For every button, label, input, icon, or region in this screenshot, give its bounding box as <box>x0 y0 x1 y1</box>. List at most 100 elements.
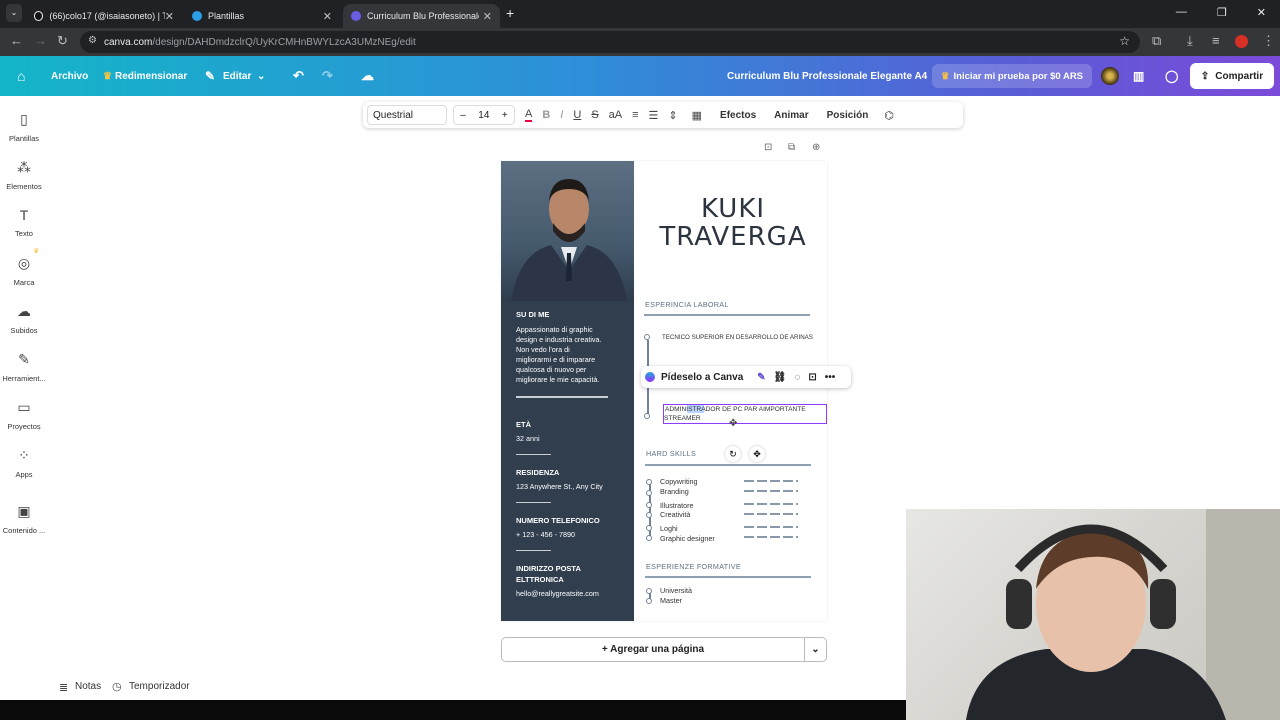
sidebar-item-proyectos[interactable]: ▭ Proyectos <box>0 399 48 431</box>
profile-icon[interactable] <box>1235 35 1248 48</box>
about-line[interactable]: Non vedo l'ora di <box>516 345 570 355</box>
notes-icon[interactable]: ≣ <box>59 681 68 694</box>
align-icon[interactable]: ≡ <box>632 109 638 121</box>
add-page-button[interactable]: + Agregar una página <box>502 644 804 655</box>
redimensionar-button[interactable]: Redimensionar <box>115 56 187 96</box>
close-window-icon[interactable]: ✕ <box>1257 6 1266 19</box>
paint-format-icon[interactable]: ⌬ <box>884 109 894 122</box>
experience-heading[interactable]: ESPERINCIA LABORAL <box>645 300 729 309</box>
hard-skills-heading[interactable]: HARD SKILLS <box>646 449 696 458</box>
move-handle-icon[interactable]: ✥ <box>749 446 765 462</box>
ask-canva-button[interactable]: Pídeselo a Canva <box>661 372 743 383</box>
forward-icon[interactable]: → <box>34 33 47 48</box>
duplicate-page-icon[interactable]: ⧉ <box>788 142 795 153</box>
tab-tiktok[interactable]: (66)colo17 (@isaiasoneto) | Tik ✕ <box>26 4 182 28</box>
add-page-icon[interactable]: ⊕ <box>812 142 820 153</box>
email-value[interactable]: hello@reallygreatsite.com <box>516 589 599 599</box>
rotate-icon[interactable]: ↻ <box>725 446 741 462</box>
sidebar-item-plantillas[interactable]: ▯ Plantillas <box>0 111 48 143</box>
transparency-icon[interactable]: ▦ <box>692 109 702 122</box>
sidebar-item-apps[interactable]: ⁘ Apps <box>0 447 48 479</box>
close-icon[interactable]: ✕ <box>323 10 332 23</box>
text-color-icon[interactable]: A <box>525 108 533 122</box>
timer-button[interactable]: Temporizador <box>129 681 190 692</box>
browser-menu-icon[interactable]: ⋮ <box>1262 33 1275 49</box>
about-heading[interactable]: SU DI ME <box>516 310 549 320</box>
bookmark-star-icon[interactable]: ☆ <box>1119 34 1130 48</box>
sidebar-item-elementos[interactable]: ⁂ Elementos <box>0 159 48 191</box>
email-heading[interactable]: INDIRIZZO POSTA <box>516 564 581 574</box>
notes-button[interactable]: Notas <box>75 681 101 692</box>
sidebar-item-texto[interactable]: T Texto <box>0 207 48 238</box>
avatar[interactable] <box>1101 67 1119 85</box>
decrease-size-icon[interactable]: – <box>460 110 466 121</box>
residence-value[interactable]: 123 Anywhere St., Any City <box>516 482 603 492</box>
resume-name-first[interactable]: KUKI <box>640 194 826 224</box>
about-line[interactable]: design e industria creativa. <box>516 335 602 345</box>
comment-add-icon[interactable]: ◌ <box>794 372 800 383</box>
back-icon[interactable]: ← <box>10 33 23 48</box>
chevron-down-icon[interactable]: ⌄ <box>257 56 265 96</box>
minimize-icon[interactable]: — <box>1176 6 1187 19</box>
education-heading[interactable]: ESPERIENZE FORMATIVE <box>646 562 741 571</box>
restore-icon[interactable]: ❐ <box>1217 6 1227 19</box>
profile-photo[interactable] <box>501 161 634 301</box>
about-line[interactable]: migliorare le mie capacità. <box>516 375 600 385</box>
font-size-stepper[interactable]: – 14 + <box>453 105 515 125</box>
site-info-icon[interactable]: ⚙ <box>88 35 97 46</box>
close-icon[interactable]: ✕ <box>483 10 492 23</box>
home-icon[interactable]: ⌂ <box>17 56 25 96</box>
case-icon[interactable]: aA <box>609 109 622 121</box>
resume-name-last[interactable]: TRAVERGA <box>640 222 826 252</box>
tab-plantillas[interactable]: Plantillas ✕ <box>184 4 340 28</box>
residence-heading[interactable]: RESIDENZA <box>516 468 559 478</box>
archivo-menu[interactable]: Archivo <box>51 56 88 96</box>
close-icon[interactable]: ✕ <box>165 10 174 23</box>
efectos-button[interactable]: Efectos <box>720 110 756 121</box>
about-line[interactable]: Appassionato di graphic <box>516 325 593 335</box>
strikethrough-icon[interactable]: S <box>591 109 598 121</box>
font-size-value[interactable]: 14 <box>478 110 489 121</box>
link-icon[interactable]: ⛓ <box>774 372 787 383</box>
download-icon[interactable]: ⤓ <box>1187 33 1193 49</box>
editar-menu[interactable]: Editar <box>223 56 251 96</box>
skill-item[interactable]: Creatività <box>660 510 690 520</box>
comment-icon[interactable]: ◯ <box>1165 56 1178 96</box>
more-icon[interactable]: ••• <box>825 372 836 383</box>
bold-icon[interactable]: B <box>542 109 550 121</box>
age-value[interactable]: 32 anni <box>516 434 540 444</box>
sidebar-item-subidos[interactable]: ☁ Subidos <box>0 303 48 335</box>
spacing-icon[interactable]: ⇕ <box>668 109 677 122</box>
magic-edit-icon[interactable]: ✎ <box>757 372 765 383</box>
media-icon[interactable]: ≡ <box>1212 33 1220 48</box>
italic-icon[interactable]: I <box>560 109 563 121</box>
phone-value[interactable]: + 123 - 456 - 7890 <box>516 530 575 540</box>
redo-icon[interactable]: ↷ <box>322 56 333 96</box>
chevron-down-icon[interactable]: ⌄ <box>804 638 826 661</box>
education-item[interactable]: Master <box>660 596 682 606</box>
font-select[interactable]: Questrial <box>367 105 447 125</box>
lock-icon[interactable]: ⊡ <box>764 142 772 153</box>
tab-curriculum[interactable]: Curriculum Blu Professionale El ✕ <box>343 4 500 28</box>
new-tab-icon[interactable]: + <box>506 5 514 21</box>
sidebar-item-marca[interactable]: ◎ Marca ♛ <box>0 248 48 287</box>
about-line[interactable]: migliorarmi e di imparare <box>516 355 595 365</box>
share-button[interactable]: ⇪ Compartir <box>1190 63 1274 89</box>
list-icon[interactable]: ☰ <box>649 109 659 122</box>
analytics-icon[interactable]: ▥ <box>1133 56 1144 96</box>
underline-icon[interactable]: U <box>573 109 581 121</box>
skill-item[interactable]: Branding <box>660 487 689 497</box>
reload-icon[interactable]: ↻ <box>57 33 68 49</box>
lock-icon[interactable]: ⊡ <box>808 372 816 383</box>
start-trial-button[interactable]: ♛ Iniciar mi prueba por $0 ARS <box>932 64 1092 88</box>
about-line[interactable]: qualcosa di nuovo per <box>516 365 586 375</box>
increase-size-icon[interactable]: + <box>502 110 508 121</box>
experience-item[interactable]: TECNICO SUPERIOR EN DESARROLLO DE ARINAS <box>662 333 813 343</box>
url-input[interactable]: ⚙ canva.com/design/DAHDmdzclrQ/UyKrCMHnB… <box>80 31 1140 53</box>
extensions-icon[interactable]: ⧉ <box>1152 33 1161 49</box>
undo-icon[interactable]: ↶ <box>293 56 304 96</box>
skill-item[interactable]: Loghi <box>660 524 678 534</box>
skill-item[interactable]: Graphic designer <box>660 534 715 544</box>
experience-item-line[interactable]: STREAMER <box>664 414 701 424</box>
email-heading[interactable]: ELTTRONICA <box>516 575 564 585</box>
